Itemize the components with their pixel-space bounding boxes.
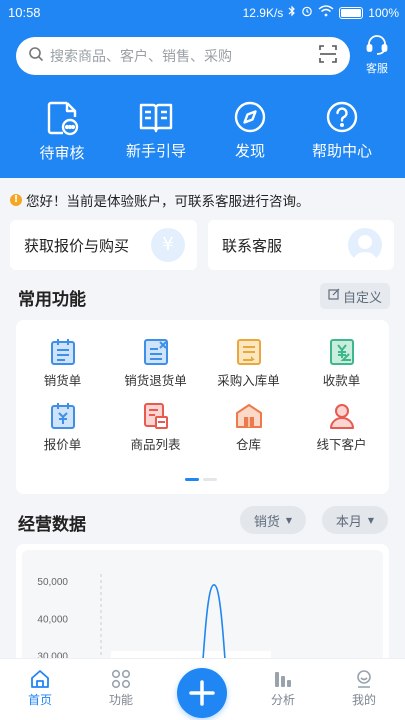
quick-discover[interactable]: 发现 — [203, 100, 297, 161]
agent-avatar-icon — [348, 228, 382, 262]
quick-help-center[interactable]: 帮助中心 — [295, 100, 389, 161]
customer-service-label: 客服 — [366, 62, 388, 75]
quick-help-center-label: 帮助中心 — [311, 142, 372, 160]
tab-functions-label: 功能 — [108, 693, 133, 707]
y-tick-label: 50,000 — [37, 577, 68, 588]
sales-chart: 50,00040,00030,000 — [22, 550, 383, 674]
compass-icon — [203, 100, 297, 134]
profile-icon — [334, 669, 394, 689]
filter-type-dropdown[interactable]: 销货 ▼ — [240, 506, 306, 534]
network-speed: 12.9K/s — [242, 5, 284, 20]
page-dot-active — [185, 478, 199, 481]
func-quotation-label: 报价单 — [43, 437, 82, 452]
contact-service-card[interactable]: 联系客服 — [208, 220, 394, 270]
quick-pending-review-label: 待审核 — [39, 144, 85, 162]
common-functions-title: 常用功能 — [18, 290, 86, 310]
page-dot — [203, 478, 217, 481]
get-quote-label: 获取报价与购买 — [24, 237, 130, 255]
guide-book-icon — [109, 100, 203, 134]
yen-icon: ¥ — [151, 228, 185, 262]
battery-level: 100% — [368, 5, 399, 20]
tab-home[interactable]: 首页 — [10, 669, 70, 708]
wifi-icon — [318, 5, 334, 20]
receipt-icon — [295, 338, 388, 366]
func-sales-order-label: 销货单 — [43, 373, 82, 388]
tab-profile-label: 我的 — [351, 693, 376, 707]
chevron-down-icon: ▼ — [285, 515, 293, 525]
tab-profile[interactable]: 我的 — [334, 669, 394, 708]
help-icon — [295, 100, 389, 134]
headset-icon — [366, 35, 388, 59]
status-time: 10:58 — [8, 5, 41, 20]
tab-home-label: 首页 — [27, 693, 52, 707]
quick-discover-label: 发现 — [234, 142, 265, 160]
func-purchase-inbound[interactable]: 采购入库单 — [202, 338, 295, 389]
contact-service-label: 联系客服 — [222, 237, 283, 255]
filter-type-value: 销货 — [253, 514, 280, 530]
product-list-icon — [109, 402, 202, 430]
tab-analysis-label: 分析 — [270, 693, 295, 707]
battery-icon — [339, 6, 364, 19]
func-sales-return[interactable]: 销货退货单 — [109, 338, 202, 389]
filter-period-dropdown[interactable]: 本月 ▼ — [322, 506, 388, 534]
search-icon — [28, 46, 44, 66]
scan-icon[interactable] — [318, 44, 338, 68]
func-sales-return-label: 销货退货单 — [124, 373, 187, 388]
grid-icon — [91, 669, 151, 689]
func-offline-customer-label: 线下客户 — [316, 437, 367, 452]
home-icon — [10, 669, 70, 689]
plus-icon — [177, 680, 227, 720]
edit-icon — [328, 288, 340, 304]
warehouse-icon — [202, 402, 295, 430]
pending-review-icon — [15, 100, 109, 136]
func-offline-customer[interactable]: 线下客户 — [295, 402, 388, 453]
tab-functions[interactable]: 功能 — [91, 669, 151, 708]
func-receipt[interactable]: 收款单 — [295, 338, 388, 389]
func-product-list-label: 商品列表 — [130, 437, 181, 452]
tab-analysis[interactable]: 分析 — [253, 669, 313, 708]
customize-label: 自定义 — [342, 290, 382, 306]
info-icon: ! — [10, 194, 22, 206]
y-tick-label: 40,000 — [37, 614, 68, 625]
func-receipt-label: 收款单 — [322, 373, 361, 388]
get-quote-card[interactable]: 获取报价与购买 ¥ — [10, 220, 197, 270]
quotation-icon — [16, 402, 109, 430]
sales-return-icon — [109, 338, 202, 366]
quick-guide[interactable]: 新手引导 — [109, 100, 203, 161]
func-quotation[interactable]: 报价单 — [16, 402, 109, 453]
search-input[interactable]: 搜索商品、客户、销售、采购 — [50, 46, 318, 66]
func-purchase-inbound-label: 采购入库单 — [217, 373, 280, 388]
quick-pending-review[interactable]: 待审核 — [15, 100, 109, 163]
func-warehouse-label: 仓库 — [235, 437, 261, 452]
chevron-down-icon: ▼ — [367, 515, 375, 525]
customer-service-button[interactable]: 客服 — [360, 35, 394, 76]
sales-order-icon — [16, 338, 109, 366]
filter-period-value: 本月 — [335, 514, 362, 530]
func-sales-order[interactable]: 销货单 — [16, 338, 109, 389]
status-bar: 10:58 12.9K/s 100% — [0, 0, 405, 26]
quick-guide-label: 新手引导 — [125, 142, 186, 160]
common-functions-panel: 销货单 销货退货单 采购入库单 收款单 报价单 商品列表 仓库 线下客户 — [16, 320, 389, 494]
page-indicator — [185, 478, 217, 481]
header: 10:58 12.9K/s 100% 搜索商品、客户、销售、采购 客服 待审核 … — [0, 0, 405, 178]
notice-banner: ! 您好！当前是体验账户，可联系客服进行咨询。 — [10, 190, 310, 210]
business-data-title: 经营数据 — [18, 515, 86, 535]
notice-text: 您好！当前是体验账户，可联系客服进行咨询。 — [26, 194, 310, 210]
status-indicators: 12.9K/s 100% — [243, 5, 399, 20]
bar-chart-icon — [253, 669, 313, 689]
func-warehouse[interactable]: 仓库 — [202, 402, 295, 453]
create-button[interactable] — [177, 668, 227, 718]
func-product-list[interactable]: 商品列表 — [109, 402, 202, 453]
business-chart-card: 50,000 40,000 30,000 — [16, 544, 389, 674]
offline-customer-icon — [295, 402, 388, 430]
search-bar[interactable]: 搜索商品、客户、销售、采购 — [16, 37, 350, 75]
customize-button[interactable]: 自定义 — [320, 283, 390, 309]
alarm-icon — [301, 5, 313, 20]
purchase-inbound-icon — [202, 338, 295, 366]
bluetooth-icon — [288, 5, 296, 20]
